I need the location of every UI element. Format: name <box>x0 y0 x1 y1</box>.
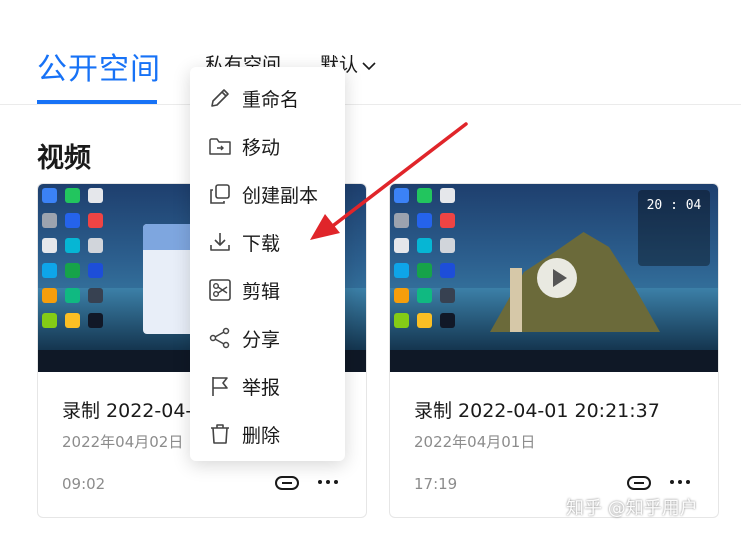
flag-icon <box>212 377 228 396</box>
menu-item-label: 剪辑 <box>242 280 281 303</box>
chevron-down-icon <box>362 61 376 70</box>
download-icon <box>210 233 230 251</box>
menu-item-label: 创建副本 <box>242 184 319 207</box>
video-thumbnail[interactable]: 20 : 04 <box>390 184 718 372</box>
menu-item-label: 分享 <box>242 328 281 351</box>
watermark: 知乎 @知乎用户 <box>566 498 698 519</box>
menu-item-delete[interactable]: 删除 <box>190 412 345 456</box>
folder-move-icon <box>209 138 231 155</box>
video-date: 2022年04月01日 <box>414 433 536 451</box>
share-icon <box>209 327 230 349</box>
trash-icon <box>211 424 229 444</box>
menu-item-duplicate[interactable]: 创建副本 <box>190 172 345 216</box>
space-tabs: 公开空间 私有空间 默认 <box>0 0 741 105</box>
clock-widget: 20 : 04 <box>638 190 710 266</box>
active-tab-underline <box>37 100 157 104</box>
link-icon[interactable] <box>626 474 652 492</box>
menu-item-label: 下载 <box>242 232 281 255</box>
menu-item-move[interactable]: 移动 <box>190 124 345 168</box>
link-icon[interactable] <box>274 474 300 492</box>
play-icon[interactable] <box>537 258 577 298</box>
menu-item-report[interactable]: 举报 <box>190 364 345 408</box>
copy-icon <box>210 184 230 204</box>
video-date: 2022年04月02日 <box>62 433 184 451</box>
menu-item-label: 举报 <box>242 376 281 399</box>
context-menu: 重命名 移动 创建副本 下载 剪辑 分享 举报 删除 <box>190 67 345 461</box>
scissors-icon <box>209 279 231 301</box>
video-title[interactable]: 录制 2022-04-01 20:21:37 <box>414 396 660 423</box>
video-duration: 17:19 <box>414 475 458 493</box>
pencil-icon <box>211 89 229 107</box>
menu-item-label: 移动 <box>242 136 281 159</box>
menu-item-download[interactable]: 下载 <box>190 220 345 264</box>
menu-item-rename[interactable]: 重命名 <box>190 76 345 120</box>
video-duration: 09:02 <box>62 475 106 493</box>
menu-item-edit-clip[interactable]: 剪辑 <box>190 268 345 312</box>
more-icon[interactable] <box>668 476 692 488</box>
more-icon[interactable] <box>316 476 340 488</box>
menu-item-label: 重命名 <box>242 88 300 111</box>
menu-item-share[interactable]: 分享 <box>190 316 345 360</box>
menu-item-label: 删除 <box>242 424 281 447</box>
tab-public-space[interactable]: 公开空间 <box>37 44 161 88</box>
video-card[interactable]: 20 : 04 录制 2022-04-01 20:21:37 2022年04月0… <box>389 183 719 518</box>
section-title: 视频 <box>37 143 91 174</box>
